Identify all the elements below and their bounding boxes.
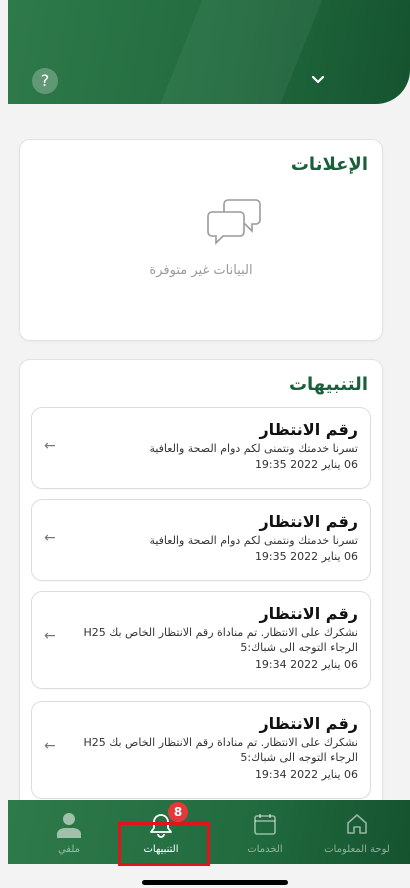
- notification-title: رقم الانتظار: [259, 420, 358, 439]
- arrow-left-icon: ←: [44, 628, 56, 644]
- chevron-down-icon[interactable]: [310, 72, 326, 88]
- notification-body: تسرنا خدمتك ونتمنى لكم دوام الصحة والعاف…: [149, 534, 358, 547]
- arrow-left-icon: ←: [44, 738, 56, 754]
- notification-title: رقم الانتظار: [259, 714, 358, 733]
- notification-item[interactable]: رقم الانتظار نشكرك على الانتظار. تم مناد…: [32, 592, 370, 688]
- notification-date: 06 يناير 2022 19:34: [254, 768, 358, 781]
- notification-date: 06 يناير 2022 19:34: [254, 658, 358, 671]
- notification-item[interactable]: رقم الانتظار نشكرك على الانتظار. تم مناد…: [32, 702, 370, 798]
- calendar-icon: [254, 814, 276, 835]
- announcements-card: الإعلانات البيانات غير متوفرة: [20, 140, 382, 340]
- notification-item[interactable]: رقم الانتظار تسرنا خدمتك ونتمنى لكم دوام…: [32, 500, 370, 580]
- notification-title: رقم الانتظار: [259, 512, 358, 531]
- notification-body: نشكرك على الانتظار. تم مناداة رقم الانتظ…: [83, 626, 358, 654]
- profile-icon: [57, 813, 81, 838]
- header-decoration: [145, 0, 331, 104]
- home-indicator: [142, 880, 288, 885]
- announcements-empty-text: البيانات غير متوفرة: [149, 263, 253, 278]
- nav-item-dashboard[interactable]: لوحة المعلومات: [312, 800, 402, 864]
- notification-count-badge: 8: [168, 802, 188, 822]
- app-header: ?: [8, 0, 410, 104]
- notifications-title: التنبيهات: [288, 374, 368, 395]
- notification-body: تسرنا خدمتك ونتمنى لكم دوام الصحة والعاف…: [149, 442, 358, 455]
- announcements-title: الإعلانات: [290, 154, 368, 175]
- notification-item[interactable]: رقم الانتظار تسرنا خدمتك ونتمنى لكم دوام…: [32, 408, 370, 488]
- nav-label-profile: ملفي: [57, 844, 81, 855]
- nav-item-profile[interactable]: ملفي: [24, 800, 114, 864]
- nav-label-dashboard: لوحة المعلومات: [324, 844, 390, 855]
- arrow-left-icon: ←: [44, 438, 56, 454]
- selection-highlight: [118, 822, 210, 866]
- notification-body: نشكرك على الانتظار. تم مناداة رقم الانتظ…: [83, 736, 358, 764]
- notification-date: 06 يناير 2022 19:35: [254, 458, 358, 471]
- nav-label-services: الخدمات: [247, 844, 283, 855]
- arrow-left-icon: ←: [44, 530, 56, 546]
- chat-bubbles-icon: [207, 199, 261, 245]
- help-button[interactable]: ?: [32, 68, 58, 94]
- nav-item-services[interactable]: الخدمات: [220, 800, 310, 864]
- home-icon: [347, 814, 367, 834]
- notification-date: 06 يناير 2022 19:35: [254, 550, 358, 563]
- notifications-card: التنبيهات رقم الانتظار تسرنا خدمتك ونتمن…: [20, 360, 382, 810]
- notification-title: رقم الانتظار: [259, 604, 358, 623]
